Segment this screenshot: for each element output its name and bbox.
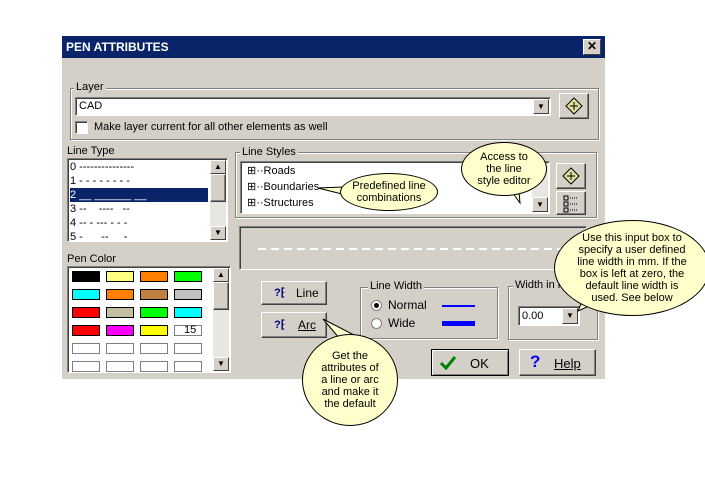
callout-style-editor: Access to the line style editor (461, 142, 547, 196)
callout-width-input: Use this input box to specify a user def… (554, 220, 705, 316)
callout-get-attributes: Get the attributes of a line or arc and … (302, 334, 398, 426)
callout-predefined-styles: Predefined line combinations (340, 173, 438, 211)
